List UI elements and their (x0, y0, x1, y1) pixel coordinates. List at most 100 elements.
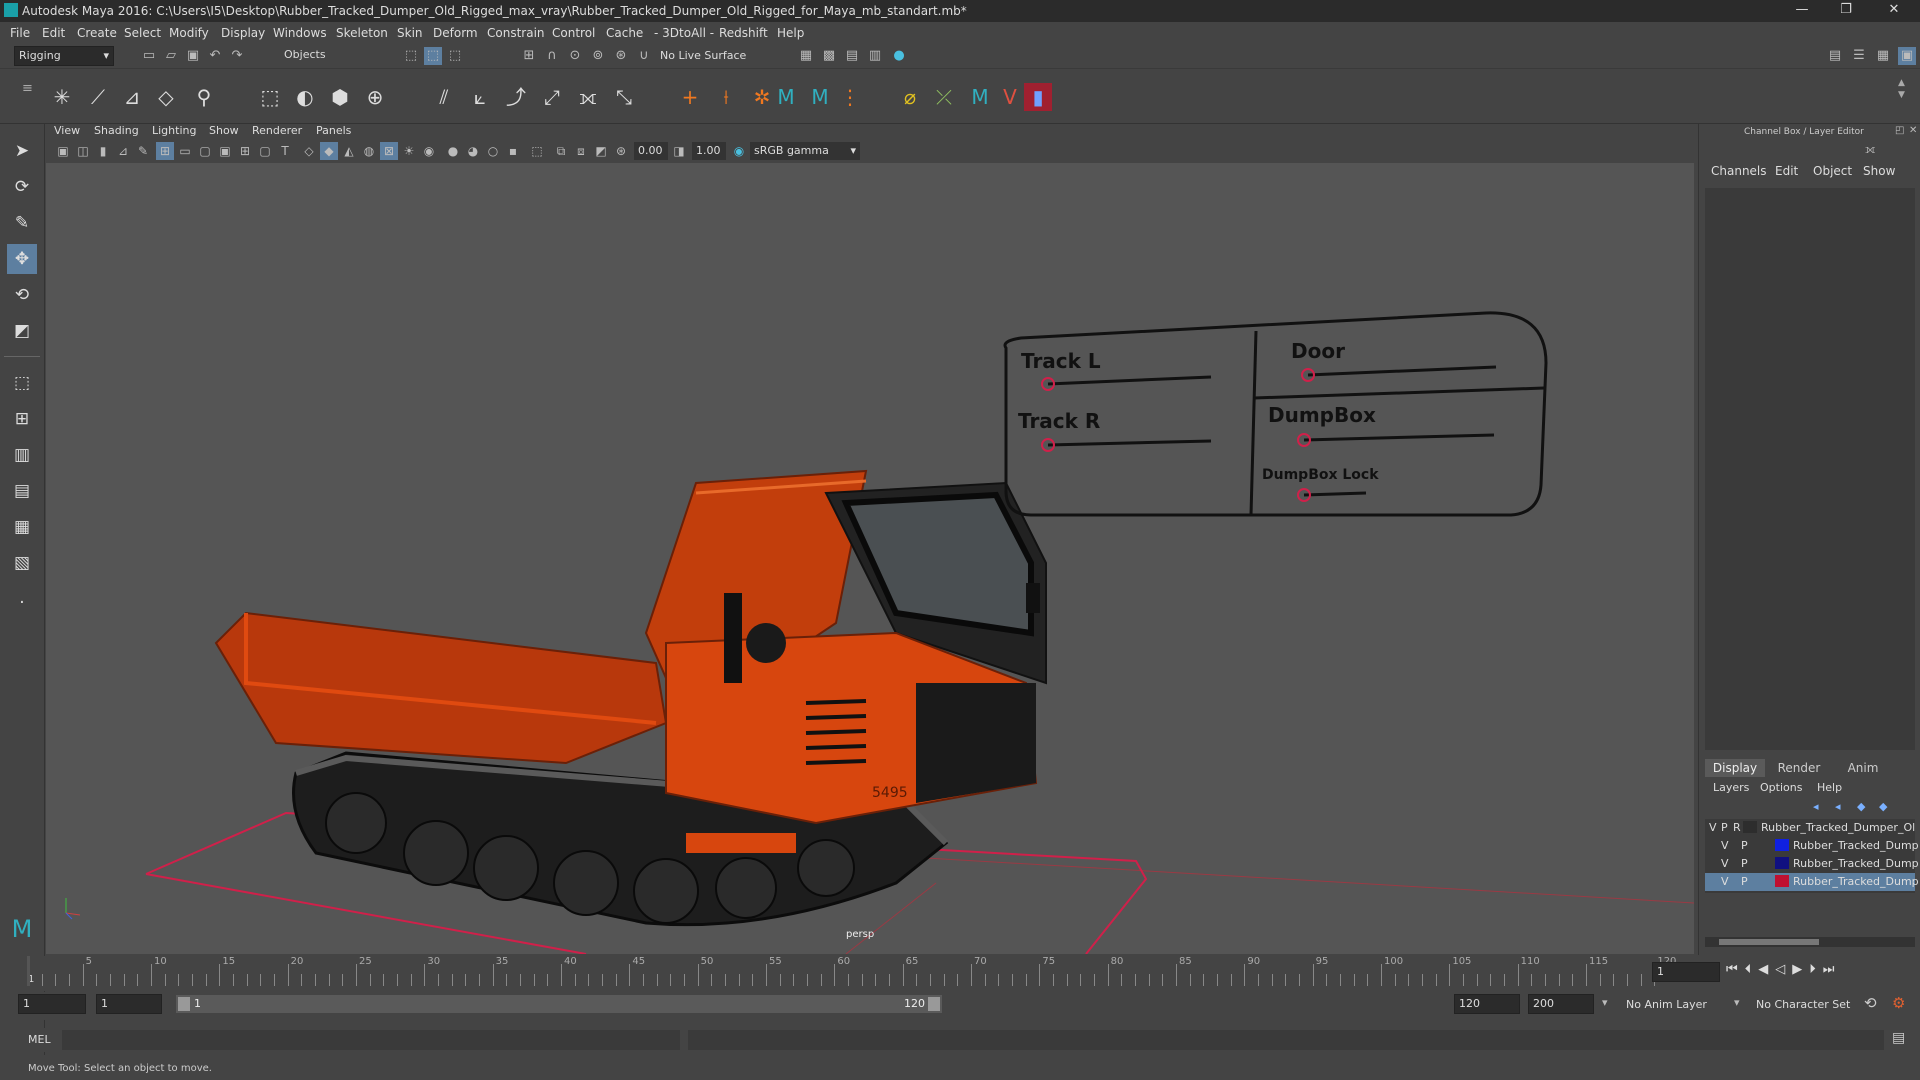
insert-joint-icon[interactable]: ⟋ (84, 83, 112, 111)
four-view-layout-icon[interactable]: ⊞ (7, 404, 37, 434)
tab-render[interactable]: Render (1769, 759, 1829, 777)
cb-menu-edit[interactable]: Edit (1775, 164, 1798, 178)
go-to-start-icon[interactable]: ⏮ (1726, 962, 1745, 977)
exposure-icon[interactable]: ◩ (592, 142, 610, 160)
layer-color-swatch[interactable] (1775, 839, 1789, 851)
color-management-icon[interactable]: ◉ (730, 142, 748, 160)
render-view-icon[interactable]: ▦ (797, 47, 815, 65)
objects-dropdown[interactable]: Objects (280, 46, 380, 66)
snap-view-icon[interactable]: ⊚ (589, 47, 607, 65)
play-forward-icon[interactable]: ▶ (1792, 962, 1809, 977)
lasso-tool-icon[interactable]: ⟳ (7, 172, 37, 202)
isolate-select-icon[interactable]: ⬚ (528, 142, 546, 160)
film-gate-icon[interactable]: ▭ (176, 142, 194, 160)
step-back-key-icon[interactable]: ⏴ (1745, 962, 1759, 977)
dumper-truck-model[interactable]: 5495 (214, 469, 1047, 927)
camera-select-icon[interactable]: ▣ (54, 142, 72, 160)
field-chart-icon[interactable]: ⊞ (236, 142, 254, 160)
grid-toggle-icon[interactable]: ⊞ (156, 142, 174, 160)
depth-of-field-icon[interactable]: ▪ (504, 142, 522, 160)
float-icon[interactable]: ◰ (1895, 125, 1904, 136)
bookmark-icon[interactable]: ▮ (94, 142, 112, 160)
play-back-icon[interactable]: ◁ (1775, 962, 1792, 977)
gamma-icon[interactable]: ◨ (670, 142, 688, 160)
paint-weights-icon[interactable]: ⟀ (466, 83, 494, 111)
xray-components-icon[interactable]: ⧈ (572, 142, 590, 160)
set-driven-key-icon[interactable]: ⌀ (896, 83, 924, 111)
cb-menu-show[interactable]: Show (1863, 164, 1895, 178)
scale-constraint-icon[interactable]: M (806, 83, 834, 111)
live-surface-label[interactable]: No Live Surface (660, 49, 746, 62)
humanik-icon[interactable]: ⚲ (190, 83, 218, 111)
new-layer-icon[interactable]: ◆ (1879, 800, 1887, 813)
save-scene-icon[interactable]: ▣ (184, 47, 202, 65)
snap-grid-icon[interactable]: ⊞ (520, 47, 538, 65)
panel-menu-renderer[interactable]: Renderer (252, 124, 302, 137)
playback-start-field[interactable]: 1 (96, 994, 162, 1014)
open-scene-icon[interactable]: ▱ (162, 47, 180, 65)
smooth-shade-icon[interactable]: ◆ (320, 142, 338, 160)
menu-windows[interactable]: Windows (273, 26, 327, 40)
layer-menu-options[interactable]: Options (1760, 781, 1802, 794)
anim-layer-dropdown[interactable]: No Anim Layer (1626, 998, 1707, 1011)
minimize-button[interactable]: — (1780, 0, 1824, 22)
time-slider[interactable]: 5 10 15 20 25 30 35 40 45 50 55 60 65 70 75 80 85 90 95 100… (0, 956, 1695, 991)
attribute-editor-icon[interactable]: ☰ (1850, 47, 1868, 65)
move-tool-icon[interactable]: ✥ (7, 244, 37, 274)
chevron-down-icon[interactable]: ▾ (1602, 996, 1608, 1009)
layer-visibility[interactable]: V (1709, 821, 1717, 834)
script-editor-icon[interactable]: ▤ (1892, 1030, 1905, 1046)
render-frame-icon[interactable]: ▩ (820, 47, 838, 65)
time-slider-ticks[interactable]: 5 10 15 20 25 30 35 40 45 50 55 60 65 70 75 80 85 90 95 100… (28, 956, 1676, 986)
outliner-layout-icon[interactable]: ▤ (7, 476, 37, 506)
grease-pencil-icon[interactable]: ✎ (134, 142, 152, 160)
layer-scrollbar-thumb[interactable] (1719, 939, 1819, 945)
more-layouts-icon[interactable]: · (7, 588, 37, 618)
plugin-tool-icon[interactable]: ▮ (1024, 83, 1052, 111)
layer-menu-help[interactable]: Help (1817, 781, 1842, 794)
command-language-label[interactable]: MEL (28, 1033, 51, 1046)
resolution-gate-icon[interactable]: ▢ (196, 142, 214, 160)
playback-end-field[interactable]: 120 (1454, 994, 1520, 1014)
camera-attributes-icon[interactable]: ◫ (74, 142, 92, 160)
menu-constrain[interactable]: Constrain (487, 26, 545, 40)
close-button[interactable]: ✕ (1872, 0, 1916, 22)
menu-deform[interactable]: Deform (433, 26, 478, 40)
smooth-bind-icon[interactable]: ⤴ (502, 83, 530, 111)
menu-skeleton[interactable]: Skeleton (336, 26, 388, 40)
current-time-indicator[interactable] (27, 956, 30, 986)
blend-shape-icon[interactable]: ◐ (291, 83, 319, 111)
panel-menu-shading[interactable]: Shading (94, 124, 139, 137)
maximize-button[interactable]: ❐ (1824, 0, 1868, 22)
select-hierarchy-icon[interactable]: ⬚ (402, 47, 420, 65)
layer-color-swatch[interactable] (1775, 875, 1789, 887)
menu-redshift[interactable]: Redshift (719, 26, 768, 40)
layer-visibility[interactable]: V (1721, 857, 1729, 870)
layer-name[interactable]: Rubber_Tracked_Dump (1793, 857, 1919, 870)
panel-menu-panels[interactable]: Panels (316, 124, 351, 137)
menu-skin[interactable]: Skin (397, 26, 423, 40)
safe-action-icon[interactable]: ▢ (256, 142, 274, 160)
step-forward-frame-icon[interactable]: ⏵ (1809, 962, 1823, 977)
layer-name[interactable]: Rubber_Tracked_Dump (1793, 839, 1919, 852)
pole-vector-icon[interactable]: ⋮ (836, 83, 864, 111)
cluster-icon[interactable]: ⬚ (256, 83, 284, 111)
ipr-render-icon[interactable]: ▤ (843, 47, 861, 65)
redo-icon[interactable]: ↷ (228, 47, 246, 65)
auto-key-icon[interactable]: ⟲ (1864, 994, 1877, 1012)
layer-name[interactable]: Rubber_Tracked_Dumper_Ol (1761, 821, 1915, 834)
ik-handle-icon[interactable]: ⊿ (118, 83, 146, 111)
v-tool-icon[interactable]: V (996, 83, 1024, 111)
wireframe-icon[interactable]: ◇ (300, 142, 318, 160)
color-space-dropdown[interactable]: sRGB gamma ▾ (750, 142, 860, 160)
menu-select[interactable]: Select (124, 26, 161, 40)
new-scene-icon[interactable]: ▭ (140, 47, 158, 65)
workspace-icon[interactable]: ▤ (1826, 47, 1844, 65)
command-input[interactable] (62, 1030, 680, 1050)
aim-constraint-icon[interactable]: ⟊ (712, 83, 740, 111)
wireframe-on-shaded-icon[interactable]: ◭ (340, 142, 358, 160)
panel-menu-show[interactable]: Show (209, 124, 239, 137)
channel-box-tool-icon[interactable]: ⟗ (1865, 142, 1876, 157)
snap-magnet-icon[interactable]: ∪ (635, 47, 653, 65)
lights-icon[interactable]: ☀ (400, 142, 418, 160)
